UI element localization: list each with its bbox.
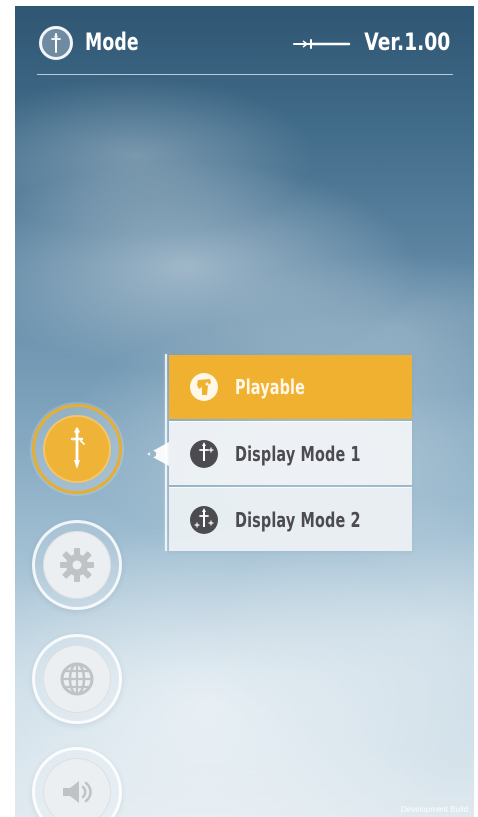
menu-label-playable: Playable	[235, 375, 306, 399]
mode-menu: Playable Display Mode 1 Display Mode 2	[169, 355, 412, 551]
menu-item-display-mode-2[interactable]: Display Mode 2	[169, 487, 412, 551]
sound-rail-button[interactable]	[32, 747, 122, 817]
menu-label-display-mode-1: Display Mode 1	[235, 441, 361, 466]
display-mode-1-icon	[190, 439, 218, 468]
menu-label-display-mode-2: Display Mode 2	[235, 507, 361, 532]
language-rail-button[interactable]	[32, 634, 122, 724]
header-bar: Mode Ver.1.00	[15, 6, 474, 76]
mode-rail-button[interactable]	[32, 404, 122, 494]
menu-item-playable[interactable]: Playable	[169, 355, 412, 419]
playable-character-icon	[190, 373, 218, 401]
speaker-icon	[63, 781, 92, 803]
development-build-label: Development Build	[400, 805, 468, 814]
sword-icon	[70, 427, 85, 469]
game-mode-screen: Mode Ver.1.00 Playable Display Mode 1 Di…	[15, 6, 474, 817]
display-mode-2-icon	[190, 505, 218, 534]
menu-item-display-mode-1[interactable]: Display Mode 1	[169, 421, 412, 485]
sword-icon	[293, 39, 351, 49]
settings-rail-button[interactable]	[32, 520, 122, 610]
sword-emblem-icon	[39, 26, 73, 60]
page-title: Mode	[85, 28, 139, 56]
globe-icon	[60, 662, 94, 696]
header-divider	[37, 74, 453, 75]
menu-connector-icon	[147, 442, 169, 466]
version-label: Ver.1.00	[363, 28, 450, 56]
gear-icon	[60, 548, 94, 582]
